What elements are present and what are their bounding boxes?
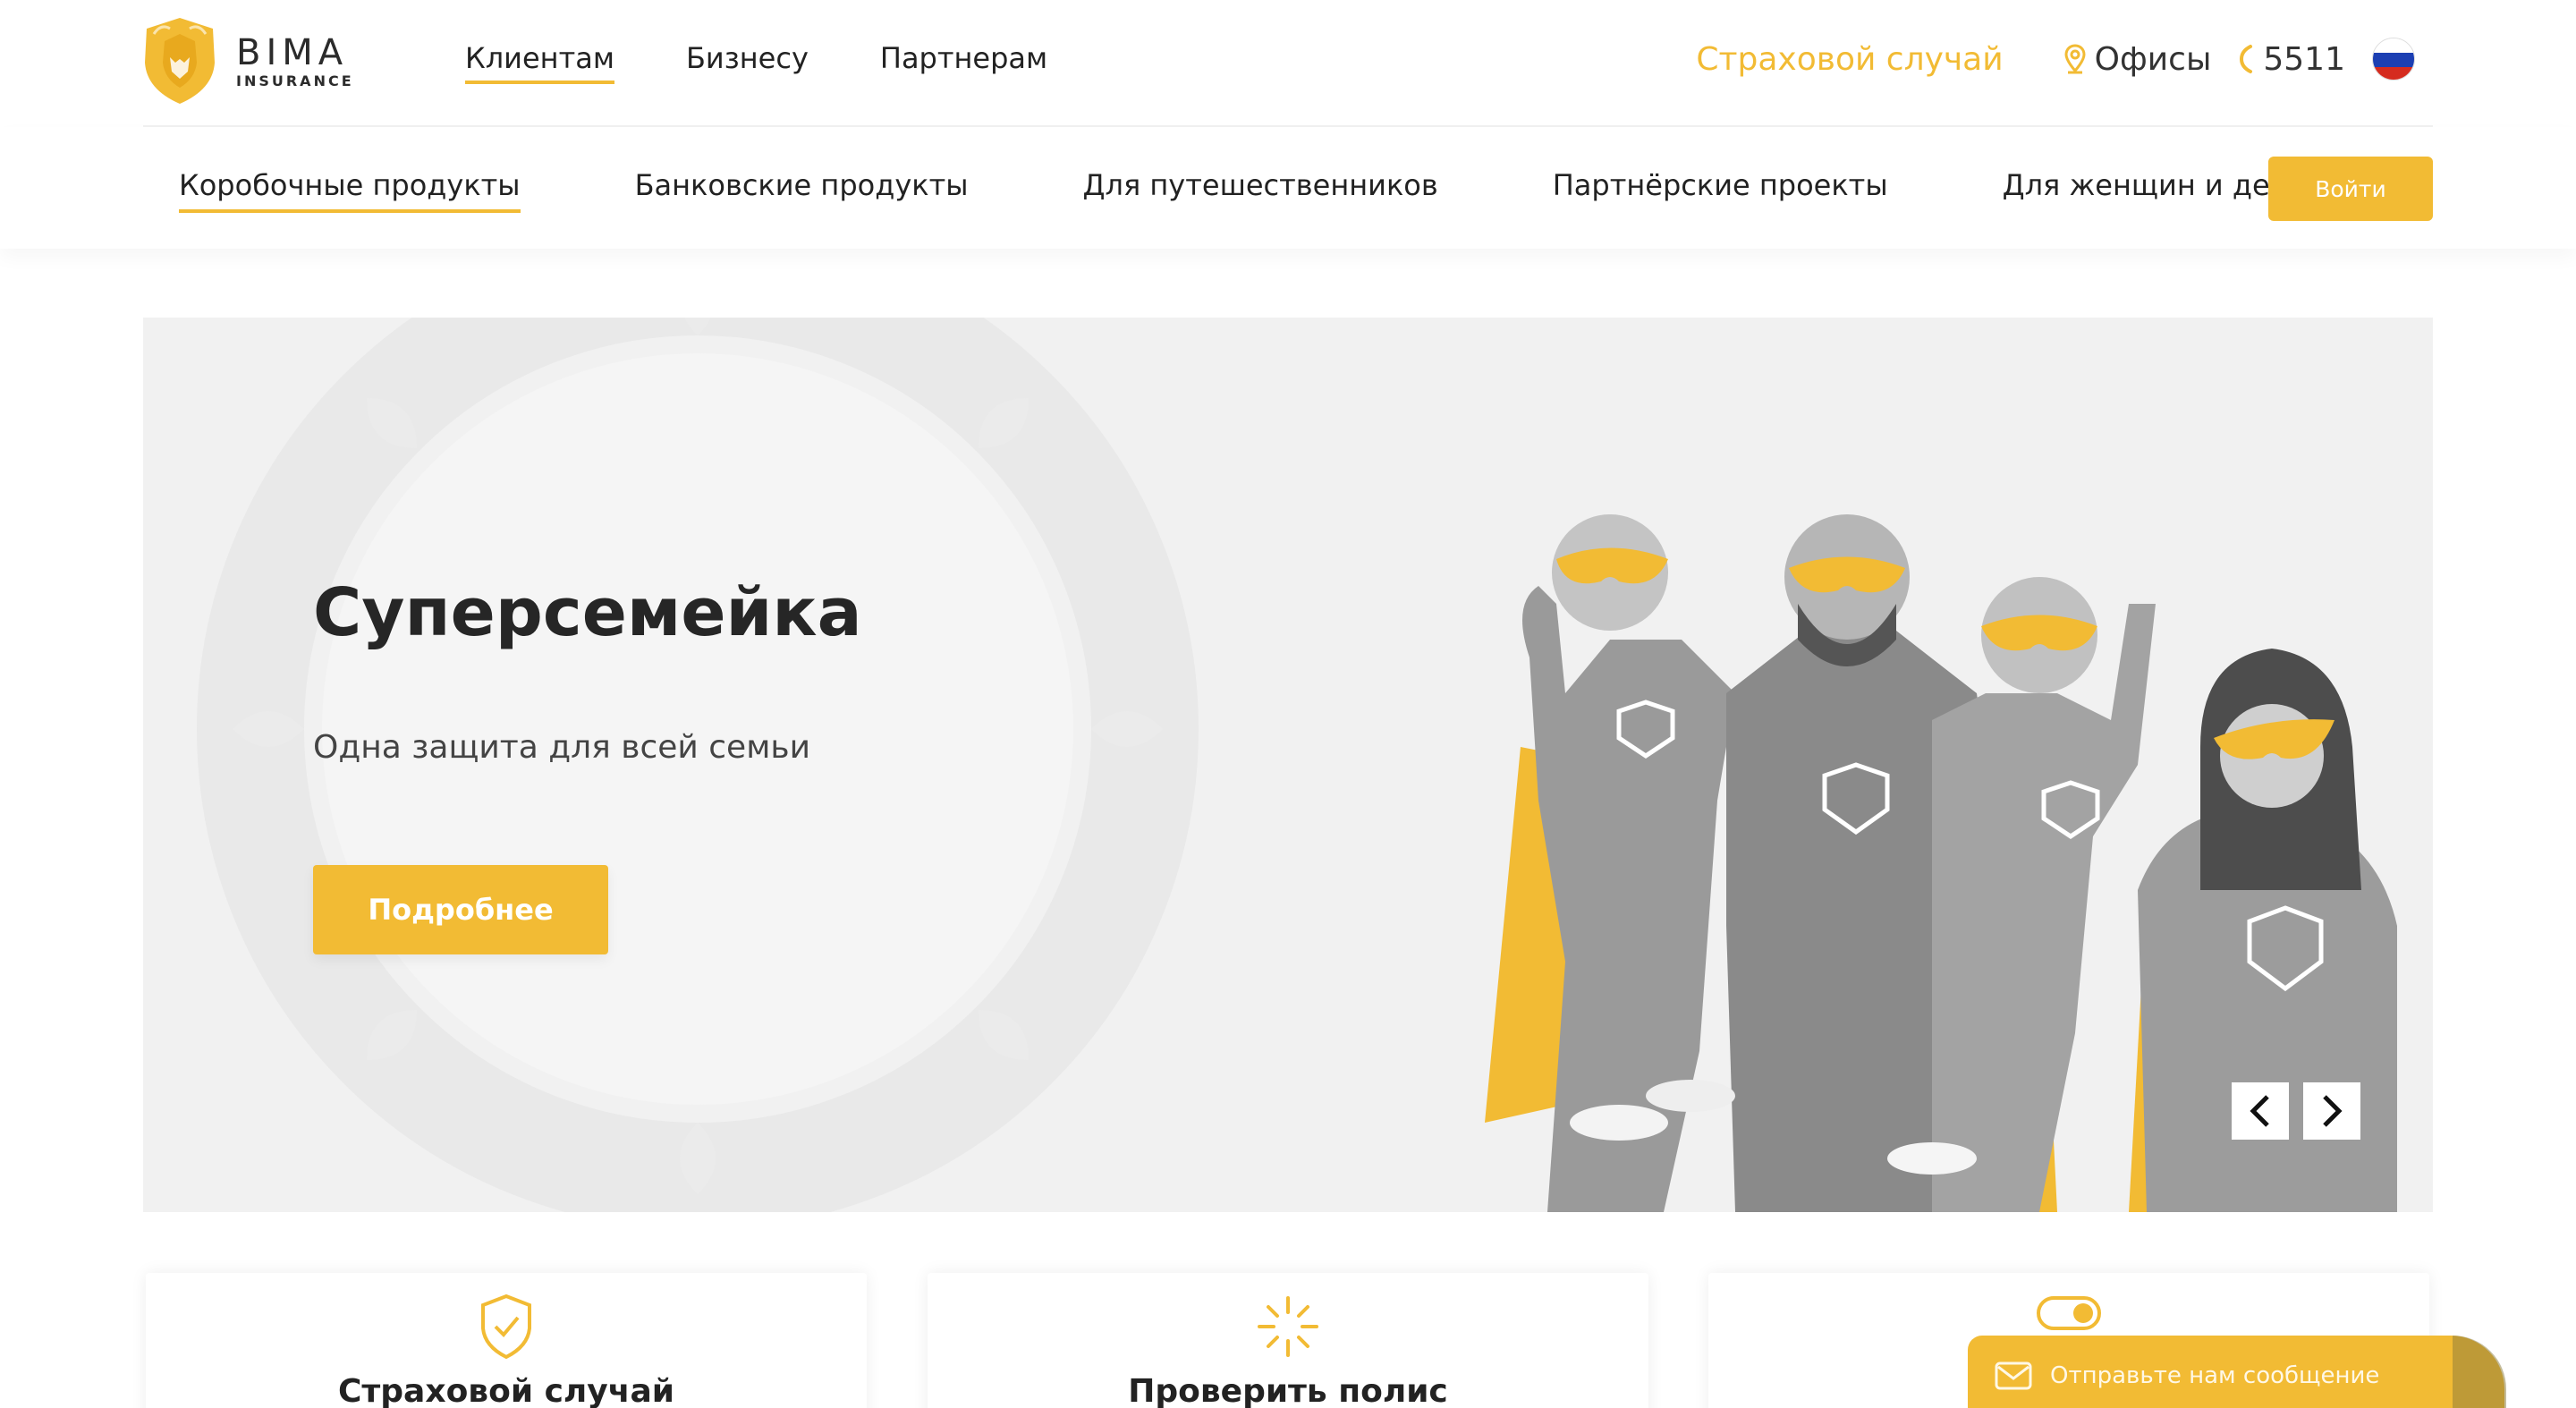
slider-next-button[interactable]: [2303, 1082, 2360, 1140]
login-button[interactable]: Войти: [2268, 157, 2433, 221]
phone-number: 5511: [2263, 40, 2345, 78]
russia-flag-icon[interactable]: [2372, 38, 2415, 81]
card-label: Страховой случай: [338, 1373, 674, 1408]
chat-corner-decoration: [2453, 1336, 2506, 1408]
nav-item-partners[interactable]: Партнерам: [880, 41, 1047, 84]
top-header: BIMA INSURANCE Клиентам Бизнесу Партнера…: [143, 0, 2433, 127]
card-label: Проверить полис: [1128, 1373, 1448, 1408]
chevron-left-icon: [2250, 1095, 2269, 1127]
subnav-item-travellers[interactable]: Для путешественников: [1083, 168, 1438, 213]
logo-title: BIMA: [236, 31, 349, 73]
chevron-right-icon: [2323, 1095, 2343, 1127]
chat-widget[interactable]: Отправьте нам сообщение: [1968, 1336, 2506, 1408]
chat-label: Отправьте нам сообщение: [2050, 1362, 2380, 1389]
subnav-item-boxed-products[interactable]: Коробочные продукты: [179, 168, 521, 213]
location-pin-icon: [2064, 44, 2086, 74]
lion-shield-icon: [145, 18, 215, 104]
offices-link[interactable]: Офисы: [2064, 40, 2212, 78]
phone-link[interactable]: 5511: [2238, 41, 2345, 78]
nav-item-business[interactable]: Бизнесу: [686, 41, 809, 84]
toggle-icon: [2037, 1296, 2101, 1330]
spark-icon: [1258, 1296, 1318, 1357]
audience-nav: Клиентам Бизнесу Партнерам: [465, 41, 1119, 84]
offices-label: Офисы: [2094, 40, 2212, 78]
hero-banner: Суперсемейка Одна защита для всей семьи …: [143, 318, 2433, 1212]
hero-title: Суперсемейка: [313, 574, 862, 651]
phone-icon: [2240, 45, 2253, 73]
product-nav: Коробочные продукты Банковские продукты …: [0, 127, 2576, 249]
logo-subtitle: INSURANCE: [236, 72, 354, 89]
slider-prev-button[interactable]: [2232, 1082, 2289, 1140]
subnav-item-bank-products[interactable]: Банковские продукты: [635, 168, 969, 213]
subnav-item-partner-projects[interactable]: Партнёрские проекты: [1553, 168, 1888, 213]
logo[interactable]: BIMA INSURANCE: [143, 16, 354, 106]
card-insurance-claim[interactable]: Страховой случай: [146, 1273, 867, 1408]
hero-more-button[interactable]: Подробнее: [313, 865, 608, 954]
card-check-policy[interactable]: Проверить полис: [928, 1273, 1648, 1408]
hero-subtitle: Одна защита для всей семьи: [313, 729, 810, 766]
nav-item-clients[interactable]: Клиентам: [465, 41, 614, 84]
insurance-claim-link[interactable]: Страховой случай: [1696, 41, 2003, 78]
mail-icon: [1995, 1361, 2032, 1390]
shield-check-icon: [481, 1293, 531, 1360]
header-utilities: Страховой случай Офисы 5511: [1696, 38, 2415, 81]
